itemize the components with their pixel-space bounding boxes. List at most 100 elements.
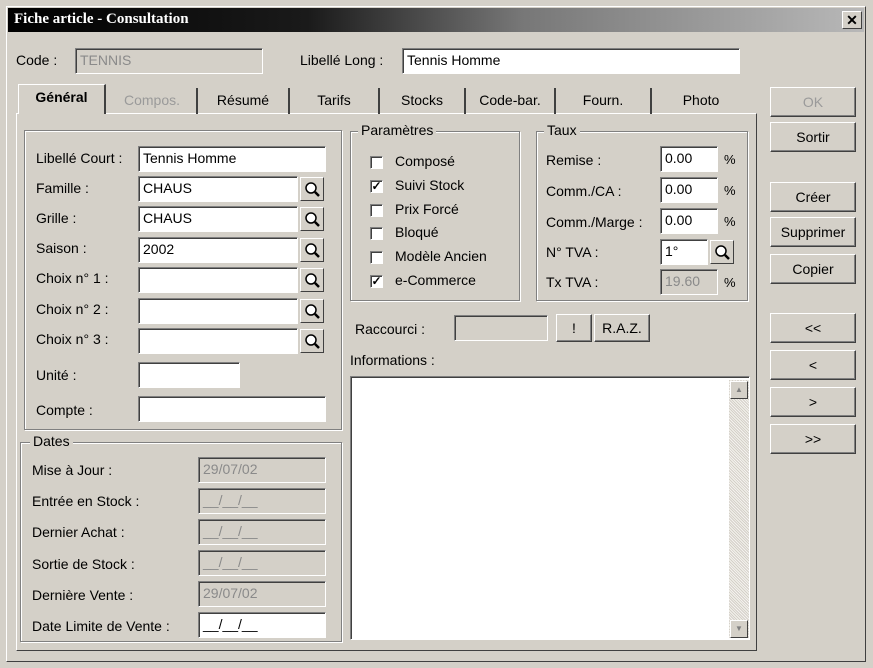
choix2-label: Choix n° 2 : <box>36 301 109 317</box>
saison-field[interactable]: 2002 <box>138 237 298 263</box>
checkbox-e-commerce[interactable]: ✓ <box>370 275 383 288</box>
sortie-stock-field: __/__/__ <box>198 550 326 576</box>
checkbox-compose[interactable] <box>370 156 383 169</box>
tva-field[interactable]: 1° <box>660 239 708 265</box>
code-field[interactable]: TENNIS <box>75 48 263 74</box>
parametres-legend: Paramètres <box>358 122 437 138</box>
checkbox-compose-label: Composé <box>395 153 455 169</box>
dates-legend: Dates <box>30 433 73 449</box>
remise-field[interactable]: 0.00 <box>660 146 718 172</box>
tab-general[interactable]: Général <box>18 84 106 114</box>
previous-record-button[interactable]: < <box>770 350 856 380</box>
choix1-lookup-button[interactable] <box>300 268 324 292</box>
choix3-field[interactable] <box>138 328 298 354</box>
last-record-button[interactable]: >> <box>770 424 856 454</box>
checkbox-compose-box[interactable] <box>370 156 383 169</box>
magnifier-icon <box>715 245 730 260</box>
tab-compos[interactable]: Compos. <box>108 88 198 114</box>
tx-tva-percent: % <box>724 275 736 290</box>
checkbox-modele-ancien[interactable] <box>370 251 383 264</box>
scroll-up-arrow-icon[interactable]: ▲ <box>730 381 748 399</box>
magnifier-icon <box>305 334 320 349</box>
libelle-long-field[interactable]: Tennis Homme <box>402 48 740 74</box>
informations-textarea[interactable] <box>350 376 750 640</box>
unite-label: Unité : <box>36 367 77 383</box>
tx-tva-field: 19.60 <box>660 269 718 295</box>
tab-fourn[interactable]: Fourn. <box>556 88 652 114</box>
tab-resume[interactable]: Résumé <box>198 88 290 114</box>
checkbox-bloque-label: Bloqué <box>395 224 439 240</box>
tab-code-bar[interactable]: Code-bar. <box>466 88 556 114</box>
code-label: Code : <box>16 52 58 68</box>
comm-ca-label: Comm./CA : <box>546 183 622 199</box>
libelle-court-field[interactable]: Tennis Homme <box>138 146 326 172</box>
tab-tarifs[interactable]: Tarifs <box>290 88 380 114</box>
first-record-button[interactable]: << <box>770 313 856 343</box>
raz-button[interactable]: R.A.Z. <box>594 314 650 342</box>
choix2-field[interactable] <box>138 298 298 324</box>
tva-lookup-button[interactable] <box>710 240 734 264</box>
remise-label: Remise : <box>546 152 602 168</box>
checkbox-prix-force-box[interactable] <box>370 204 383 217</box>
next-record-button[interactable]: > <box>770 387 856 417</box>
check-mark-icon[interactable]: ✓ <box>370 180 383 193</box>
checkbox-prix-force-label: Prix Forcé <box>395 201 459 217</box>
date-limite-field[interactable]: __/__/__ <box>198 612 326 638</box>
tab-stocks[interactable]: Stocks <box>380 88 466 114</box>
checkbox-suivi-stock[interactable]: ✓ <box>370 180 383 193</box>
magnifier-icon <box>305 273 320 288</box>
entree-stock-label: Entrée en Stock : <box>32 493 140 509</box>
raccourci-bang-button[interactable]: ! <box>556 314 592 342</box>
close-button[interactable]: ✕ <box>842 11 862 29</box>
libelle-court-label: Libellé Court : <box>36 150 123 166</box>
grille-field[interactable]: CHAUS <box>138 206 298 232</box>
check-mark-icon[interactable]: ✓ <box>370 275 383 288</box>
sortir-button[interactable]: Sortir <box>770 122 856 152</box>
mise-a-jour-field: 29/07/02 <box>198 457 326 483</box>
sortie-stock-label: Sortie de Stock : <box>32 556 135 572</box>
comm-ca-percent: % <box>724 183 736 198</box>
magnifier-icon <box>305 304 320 319</box>
entree-stock-field: __/__/__ <box>198 488 326 514</box>
raccourci-field <box>454 315 548 341</box>
saison-label: Saison : <box>36 240 87 256</box>
checkbox-bloque[interactable] <box>370 227 383 240</box>
comm-marge-field[interactable]: 0.00 <box>660 208 718 234</box>
checkbox-modele-ancien-box[interactable] <box>370 251 383 264</box>
creer-button[interactable]: Créer <box>770 182 856 212</box>
dernier-achat-field: __/__/__ <box>198 519 326 545</box>
saison-lookup-button[interactable] <box>300 238 324 262</box>
grille-lookup-button[interactable] <box>300 207 324 231</box>
supprimer-button[interactable]: Supprimer <box>770 217 856 247</box>
comm-ca-field[interactable]: 0.00 <box>660 177 718 203</box>
tva-label: N° TVA : <box>546 244 599 260</box>
famille-field[interactable]: CHAUS <box>138 176 298 202</box>
tab-photo[interactable]: Photo <box>652 88 750 114</box>
checkbox-bloque-box[interactable] <box>370 227 383 240</box>
comm-marge-label: Comm./Marge : <box>546 214 643 230</box>
raccourci-label: Raccourci : <box>355 321 426 337</box>
dernier-achat-label: Dernier Achat : <box>32 524 125 540</box>
informations-label: Informations : <box>350 352 435 368</box>
copier-button[interactable]: Copier <box>770 254 856 284</box>
checkbox-suivi-stock-label: Suivi Stock <box>395 177 465 193</box>
famille-label: Famille : <box>36 180 89 196</box>
informations-scrollbar[interactable] <box>729 380 749 638</box>
choix2-lookup-button[interactable] <box>300 299 324 323</box>
scroll-down-arrow-icon[interactable]: ▼ <box>730 620 748 638</box>
famille-lookup-button[interactable] <box>300 177 324 201</box>
tx-tva-label: Tx TVA : <box>546 274 599 290</box>
libelle-long-label: Libellé Long : <box>300 52 384 68</box>
derniere-vente-label: Dernière Vente : <box>32 587 134 603</box>
checkbox-prix-force[interactable] <box>370 204 383 217</box>
choix3-lookup-button[interactable] <box>300 329 324 353</box>
magnifier-icon <box>305 182 320 197</box>
choix1-label: Choix n° 1 : <box>36 270 109 286</box>
remise-percent: % <box>724 152 736 167</box>
unite-field[interactable] <box>138 362 240 388</box>
choix1-field[interactable] <box>138 267 298 293</box>
mise-a-jour-label: Mise à Jour : <box>32 462 113 478</box>
compte-field[interactable] <box>138 396 326 422</box>
checkbox-e-commerce-label: e-Commerce <box>395 272 476 288</box>
ok-button[interactable]: OK <box>770 87 856 117</box>
